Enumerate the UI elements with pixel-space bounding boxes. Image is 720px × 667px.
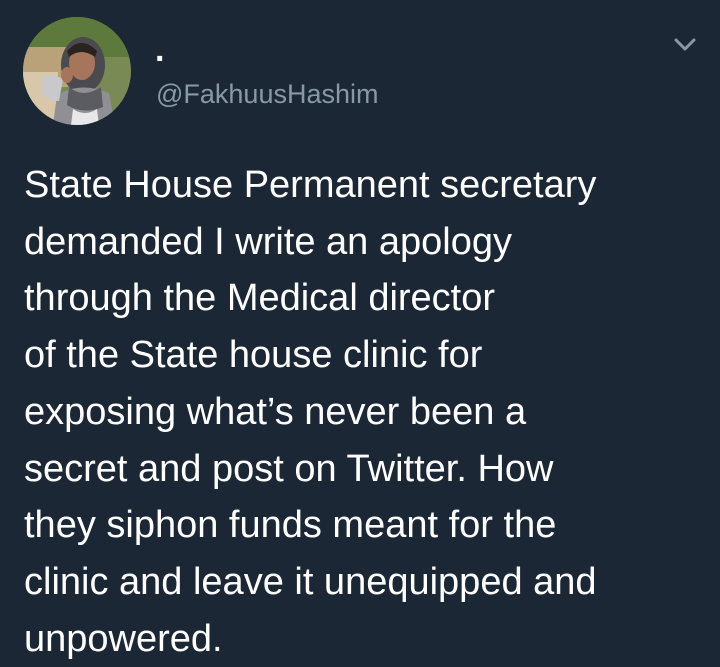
- avatar-photo: [23, 17, 131, 125]
- tweet-card: . @FakhuusHashim State House Permanent s…: [0, 0, 720, 666]
- tweet-text: State House Permanent secretary demanded…: [24, 164, 597, 660]
- user-handle[interactable]: @FakhuusHashim: [156, 78, 379, 110]
- avatar[interactable]: [23, 17, 131, 125]
- chevron-down-icon[interactable]: [671, 34, 699, 56]
- display-name[interactable]: .: [155, 30, 164, 70]
